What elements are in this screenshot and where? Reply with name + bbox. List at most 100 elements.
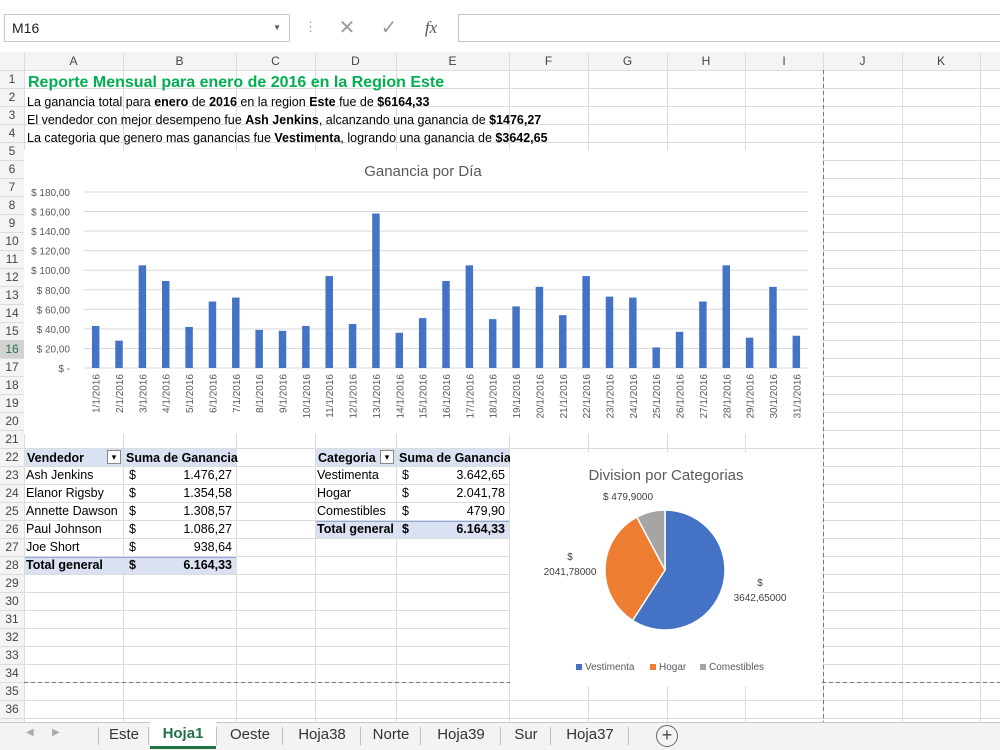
- row-header-22[interactable]: 22: [5, 450, 19, 464]
- row-header-35[interactable]: 35: [5, 684, 19, 698]
- row-header-17[interactable]: 17: [5, 360, 19, 374]
- row-header-25[interactable]: 25: [5, 504, 19, 518]
- row-header-21[interactable]: 21: [5, 432, 19, 446]
- col-header-E[interactable]: E: [448, 54, 456, 68]
- col-header-C[interactable]: C: [271, 54, 280, 68]
- pie-chart[interactable]: Division por Categorias $3642,65000 $2041,…: [510, 452, 822, 686]
- bar: [465, 265, 474, 368]
- sheet-tab-sur[interactable]: Sur: [502, 723, 550, 749]
- row-header-36[interactable]: 36: [5, 702, 19, 716]
- bar: [348, 324, 357, 368]
- row-header-9[interactable]: 9: [9, 216, 16, 230]
- row-header-23[interactable]: 23: [5, 468, 19, 482]
- sheet-tab-hoja38[interactable]: Hoja38: [284, 723, 360, 749]
- worksheet[interactable]: A B C D E F G H I J K 1 2 3 4 5 6 7 8 9 10 11 12 13 14 15 16 17 18 19…: [0, 52, 1000, 722]
- sheet-tab-este[interactable]: Este: [100, 723, 148, 749]
- sheet-tab-hoja39[interactable]: Hoja39: [422, 723, 500, 749]
- col-header-B[interactable]: B: [175, 54, 183, 68]
- col-header-F[interactable]: F: [545, 54, 552, 68]
- row-header-5[interactable]: 5: [9, 144, 16, 158]
- row-header-2[interactable]: 2: [9, 90, 16, 104]
- filter-dropdown-icon[interactable]: ▾: [107, 450, 121, 464]
- formula-bar: M16 ▼ ⋮ ✕ ✓ fx: [0, 0, 1000, 52]
- x-tick-label: 12/1/2016: [349, 374, 360, 419]
- cancel-icon[interactable]: ✕: [334, 14, 360, 42]
- row-header-32[interactable]: 32: [5, 630, 19, 644]
- row-header-19[interactable]: 19: [5, 396, 19, 410]
- row-header-6[interactable]: 6: [9, 162, 16, 176]
- x-tick-label: 21/1/2016: [559, 374, 570, 419]
- row-header-8[interactable]: 8: [9, 198, 16, 212]
- sheet-tab-norte[interactable]: Norte: [362, 723, 420, 749]
- x-tick-label: 2/1/2016: [115, 374, 126, 413]
- pivot-row-value: 1.086,27: [183, 522, 232, 536]
- row-header-14[interactable]: 14: [5, 306, 19, 320]
- row-header-13[interactable]: 13: [5, 288, 19, 302]
- bar: [535, 286, 544, 368]
- col-header-I[interactable]: I: [782, 54, 785, 68]
- bar: [115, 340, 123, 368]
- col-header-H[interactable]: H: [702, 54, 711, 68]
- row-header-31[interactable]: 31: [5, 612, 19, 626]
- scroll-left-icon[interactable]: ◀: [26, 727, 34, 738]
- row-header-1[interactable]: 1: [9, 72, 16, 86]
- bar: [652, 347, 660, 368]
- y-tick-label: $ -: [58, 364, 70, 375]
- legend-entry: Hogar: [659, 662, 687, 673]
- row-header-33[interactable]: 33: [5, 648, 19, 662]
- x-tick-label: 17/1/2016: [465, 374, 476, 419]
- legend-swatch: [650, 664, 656, 670]
- bar: [675, 331, 684, 368]
- scroll-right-icon[interactable]: ▶: [52, 727, 60, 738]
- more-options-icon[interactable]: ⋮: [304, 17, 317, 37]
- col-header-D[interactable]: D: [351, 54, 360, 68]
- name-box[interactable]: M16 ▼: [4, 14, 290, 42]
- bar: [162, 280, 170, 368]
- bar: [699, 301, 707, 368]
- row-header-11[interactable]: 11: [6, 252, 19, 266]
- col-header-A[interactable]: A: [69, 54, 77, 68]
- row-header-26[interactable]: 26: [5, 522, 19, 536]
- row-header-7[interactable]: 7: [9, 180, 16, 194]
- bar-chart[interactable]: Ganancia por Día $ - $ 20,00 $ 40,00 $ 60,00…: [24, 150, 822, 434]
- row-header-4[interactable]: 4: [9, 126, 16, 140]
- chevron-down-icon[interactable]: ▼: [273, 15, 281, 41]
- bar: [488, 319, 497, 368]
- row-header-3[interactable]: 3: [9, 108, 16, 122]
- sheet-tab-hoja37[interactable]: Hoja37: [552, 723, 628, 749]
- x-tick-label: 27/1/2016: [699, 374, 710, 419]
- filter-dropdown-icon[interactable]: ▾: [380, 450, 394, 464]
- legend-entry: Vestimenta: [585, 662, 635, 673]
- enter-icon[interactable]: ✓: [376, 14, 402, 42]
- insert-function-button[interactable]: fx: [414, 14, 448, 42]
- bar: [792, 335, 801, 368]
- add-sheet-button[interactable]: +: [656, 725, 678, 747]
- pivot-row-name: Vestimenta: [317, 468, 379, 482]
- y-tick-label: $ 80,00: [37, 286, 71, 297]
- col-header-G[interactable]: G: [623, 54, 632, 68]
- row-header-34[interactable]: 34: [5, 666, 19, 680]
- sheet-tab-hoja1[interactable]: Hoja1: [150, 722, 216, 749]
- legend-entry: Comestibles: [709, 662, 764, 673]
- pivot-total-label: Total general: [26, 558, 103, 572]
- col-header-J[interactable]: J: [860, 54, 866, 68]
- row-header-24[interactable]: 24: [5, 486, 19, 500]
- row-header-28[interactable]: 28: [5, 558, 19, 572]
- row-header-27[interactable]: 27: [5, 540, 19, 554]
- x-tick-label: 3/1/2016: [138, 374, 149, 413]
- x-tick-label: 13/1/2016: [372, 374, 383, 419]
- row-header-15[interactable]: 15: [5, 324, 19, 338]
- pivot-row-name: Paul Johnson: [26, 522, 102, 536]
- row-header-16[interactable]: 16: [5, 342, 19, 356]
- row-header-12[interactable]: 12: [5, 270, 19, 284]
- row-header-20[interactable]: 20: [5, 414, 19, 428]
- row-header-10[interactable]: 10: [5, 234, 19, 248]
- col-header-K[interactable]: K: [937, 54, 945, 68]
- row-header-30[interactable]: 30: [5, 594, 19, 608]
- x-tick-label: 15/1/2016: [419, 374, 430, 419]
- row-header-18[interactable]: 18: [5, 378, 19, 392]
- formula-input[interactable]: [458, 14, 1000, 42]
- pie-data-label: $: [567, 552, 573, 563]
- row-header-29[interactable]: 29: [5, 576, 19, 590]
- sheet-tab-oeste[interactable]: Oeste: [218, 723, 282, 749]
